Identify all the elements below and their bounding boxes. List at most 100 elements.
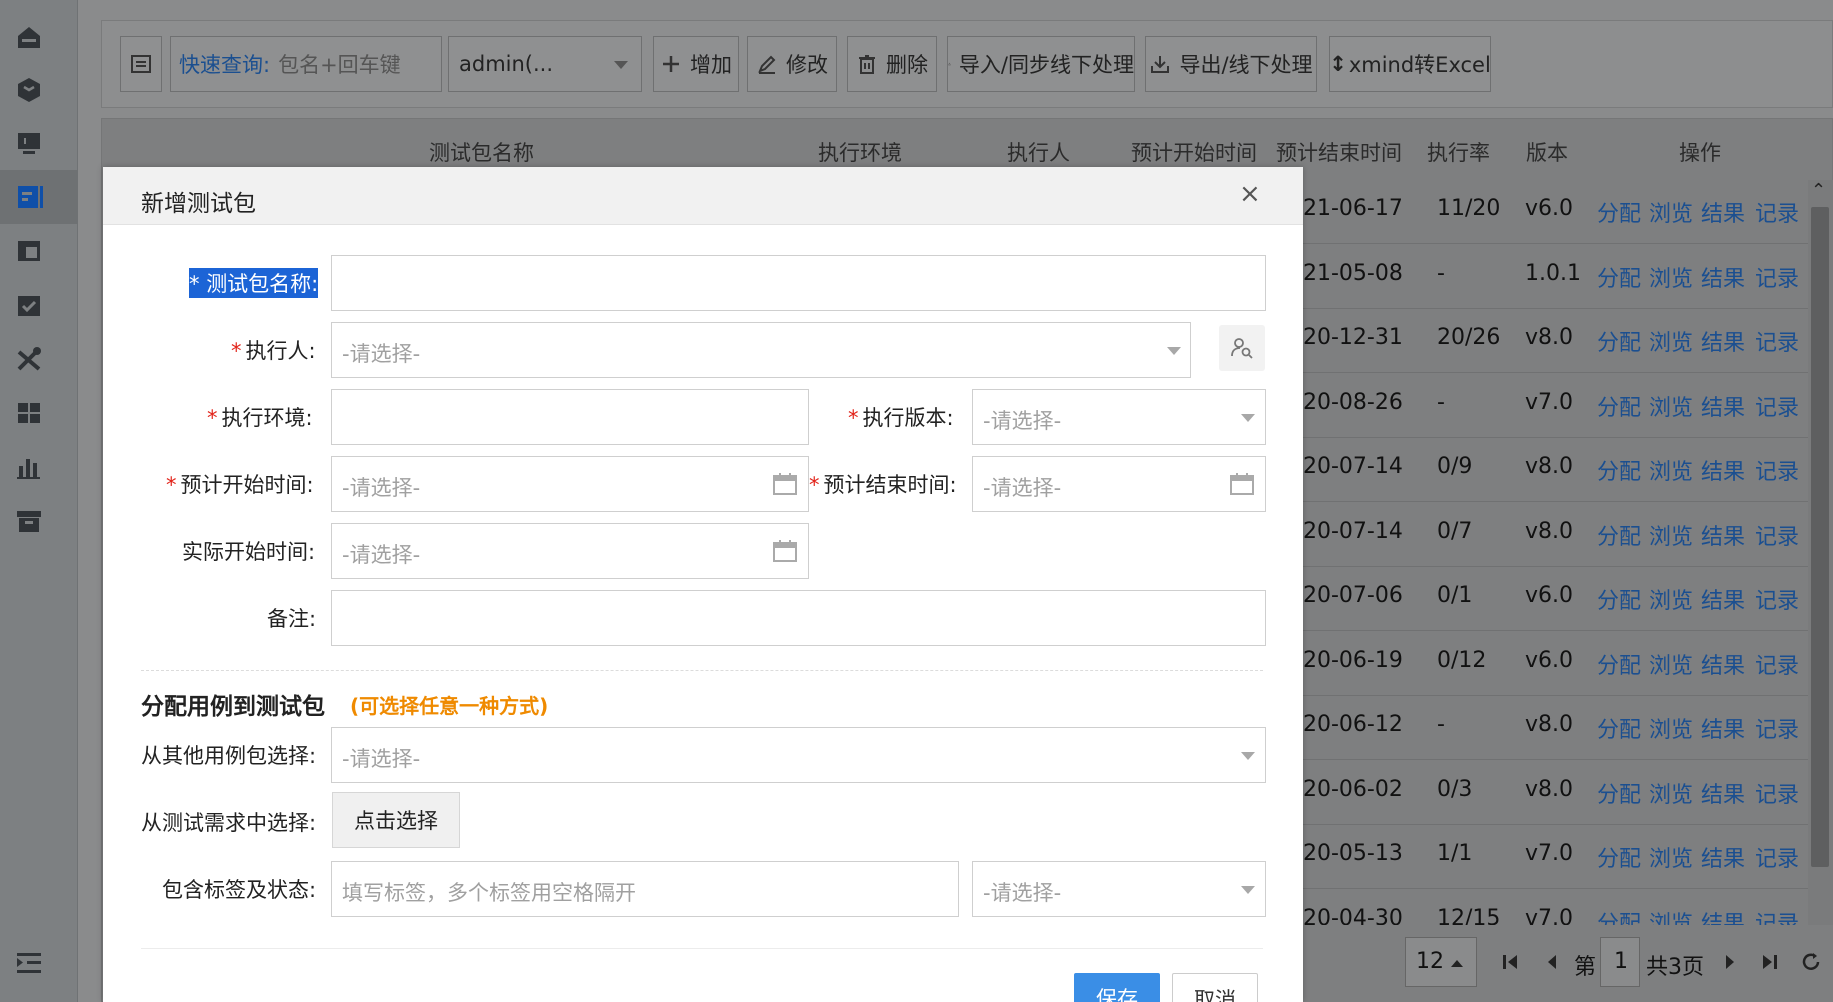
click-select-button[interactable]: 点击选择 [332, 792, 460, 848]
bar-chart-icon[interactable] [14, 452, 44, 482]
quick-search-input[interactable]: 包名+回车键 [278, 49, 401, 79]
browse-link[interactable]: 浏览 [1649, 583, 1693, 615]
page-size-select[interactable]: 12 [1405, 937, 1477, 987]
plan-end-date[interactable]: -请选择- [972, 456, 1266, 512]
browse-link[interactable]: 浏览 [1649, 519, 1693, 551]
result-link[interactable]: 结果 [1701, 519, 1745, 551]
table-row[interactable]: 20-05-13 1/1 v7.0 分配 浏览 结果 记录 [1303, 825, 1815, 889]
tools-icon[interactable] [14, 344, 44, 374]
assign-link[interactable]: 分配 [1597, 777, 1641, 809]
calendar-icon[interactable] [1229, 471, 1255, 497]
assign-link[interactable]: 分配 [1597, 583, 1641, 615]
record-link[interactable]: 记录 [1755, 325, 1799, 357]
user-select[interactable]: admin(... [448, 36, 642, 92]
quick-search[interactable]: 快速查询: 包名+回车键 [170, 36, 442, 92]
result-link[interactable]: 结果 [1701, 583, 1745, 615]
add-button[interactable]: 增加 [653, 36, 739, 92]
dashboard-icon[interactable] [14, 398, 44, 428]
delete-button[interactable]: 删除 [847, 36, 937, 92]
prev-page-icon[interactable] [1542, 952, 1562, 972]
test-package-icon[interactable] [14, 182, 44, 212]
scrollbar-thumb[interactable] [1811, 207, 1829, 867]
first-page-icon[interactable] [1500, 952, 1520, 972]
archive-icon[interactable] [14, 506, 44, 536]
table-row[interactable]: 20-06-19 0/12 v6.0 分配 浏览 结果 记录 [1303, 632, 1815, 696]
table-row[interactable]: 20-06-12 - v8.0 分配 浏览 结果 记录 [1303, 696, 1815, 760]
tags-input[interactable]: 填写标签，多个标签用空格隔开 [331, 861, 959, 917]
header-name[interactable]: 测试包名称 [429, 137, 534, 167]
save-button[interactable]: 保存 [1074, 973, 1160, 1002]
close-icon[interactable]: × [1239, 179, 1261, 209]
cancel-button[interactable]: 取消 [1172, 973, 1258, 1002]
result-link[interactable]: 结果 [1701, 454, 1745, 486]
assign-link[interactable]: 分配 [1597, 648, 1641, 680]
header-executor[interactable]: 执行人 [1007, 137, 1070, 167]
browse-link[interactable]: 浏览 [1649, 454, 1693, 486]
browse-link[interactable]: 浏览 [1649, 196, 1693, 228]
result-link[interactable]: 结果 [1701, 841, 1745, 873]
table-row[interactable]: 20-08-26 - v7.0 分配 浏览 结果 记录 [1303, 374, 1815, 438]
assign-link[interactable]: 分配 [1597, 196, 1641, 228]
record-link[interactable]: 记录 [1755, 712, 1799, 744]
remark-input[interactable] [331, 590, 1266, 646]
header-env[interactable]: 执行环境 [818, 137, 902, 167]
record-link[interactable]: 记录 [1755, 583, 1799, 615]
plan-start-date[interactable]: -请选择- [331, 456, 809, 512]
header-plan-start[interactable]: 预计开始时间 [1131, 137, 1257, 167]
browse-link[interactable]: 浏览 [1649, 325, 1693, 357]
list-view-button[interactable] [120, 36, 162, 92]
result-link[interactable]: 结果 [1701, 648, 1745, 680]
header-plan-end[interactable]: 预计结束时间 [1276, 137, 1402, 167]
result-link[interactable]: 结果 [1701, 712, 1745, 744]
table-row[interactable]: 21-06-17 11/20 v6.0 分配 浏览 结果 记录 [1303, 180, 1815, 244]
env-input[interactable] [331, 389, 809, 445]
result-link[interactable]: 结果 [1701, 777, 1745, 809]
pick-user-button[interactable] [1219, 325, 1265, 371]
record-link[interactable]: 记录 [1755, 519, 1799, 551]
window-icon[interactable] [14, 236, 44, 266]
scroll-up-icon[interactable]: ⌃ [1811, 180, 1826, 201]
browse-link[interactable]: 浏览 [1649, 648, 1693, 680]
executor-select[interactable]: -请选择- [331, 322, 1191, 378]
browse-link[interactable]: 浏览 [1649, 777, 1693, 809]
result-link[interactable]: 结果 [1701, 196, 1745, 228]
record-link[interactable]: 记录 [1755, 454, 1799, 486]
record-link[interactable]: 记录 [1755, 841, 1799, 873]
result-link[interactable]: 结果 [1701, 261, 1745, 293]
calendar-icon[interactable] [772, 471, 798, 497]
table-row[interactable]: 20-12-31 20/26 v8.0 分配 浏览 结果 记录 [1303, 309, 1815, 373]
browse-link[interactable]: 浏览 [1649, 390, 1693, 422]
tag-status-select[interactable]: -请选择- [972, 861, 1266, 917]
browse-link[interactable]: 浏览 [1649, 712, 1693, 744]
table-row[interactable]: 20-07-14 0/9 v8.0 分配 浏览 结果 记录 [1303, 438, 1815, 502]
table-row[interactable]: 20-07-06 0/1 v6.0 分配 浏览 结果 记录 [1303, 567, 1815, 631]
browse-link[interactable]: 浏览 [1649, 261, 1693, 293]
record-link[interactable]: 记录 [1755, 390, 1799, 422]
table-row[interactable]: 21-05-08 - 1.0.1 分配 浏览 结果 记录 [1303, 245, 1815, 309]
assign-link[interactable]: 分配 [1597, 325, 1641, 357]
result-link[interactable]: 结果 [1701, 390, 1745, 422]
refresh-icon[interactable] [1800, 951, 1822, 973]
calendar-icon[interactable] [772, 538, 798, 564]
assign-link[interactable]: 分配 [1597, 519, 1641, 551]
table-row[interactable]: 20-06-02 0/3 v8.0 分配 浏览 结果 记录 [1303, 761, 1815, 825]
record-link[interactable]: 记录 [1755, 261, 1799, 293]
name-input[interactable] [331, 255, 1266, 311]
last-page-icon[interactable] [1760, 952, 1780, 972]
home-icon[interactable] [14, 22, 44, 52]
from-package-select[interactable]: -请选择- [331, 727, 1266, 783]
version-select[interactable]: -请选择- [972, 389, 1266, 445]
result-link[interactable]: 结果 [1701, 325, 1745, 357]
assign-link[interactable]: 分配 [1597, 390, 1641, 422]
header-exec-rate[interactable]: 执行率 [1427, 137, 1490, 167]
actual-start-date[interactable]: -请选择- [331, 523, 809, 579]
collapse-menu-icon[interactable] [14, 948, 44, 978]
next-page-icon[interactable] [1720, 952, 1740, 972]
assign-link[interactable]: 分配 [1597, 712, 1641, 744]
assign-link[interactable]: 分配 [1597, 454, 1641, 486]
assign-link[interactable]: 分配 [1597, 261, 1641, 293]
record-link[interactable]: 记录 [1755, 196, 1799, 228]
browse-link[interactable]: 浏览 [1649, 841, 1693, 873]
header-version[interactable]: 版本 [1526, 137, 1568, 167]
import-button[interactable]: 导入/同步线下处理 [947, 36, 1135, 92]
